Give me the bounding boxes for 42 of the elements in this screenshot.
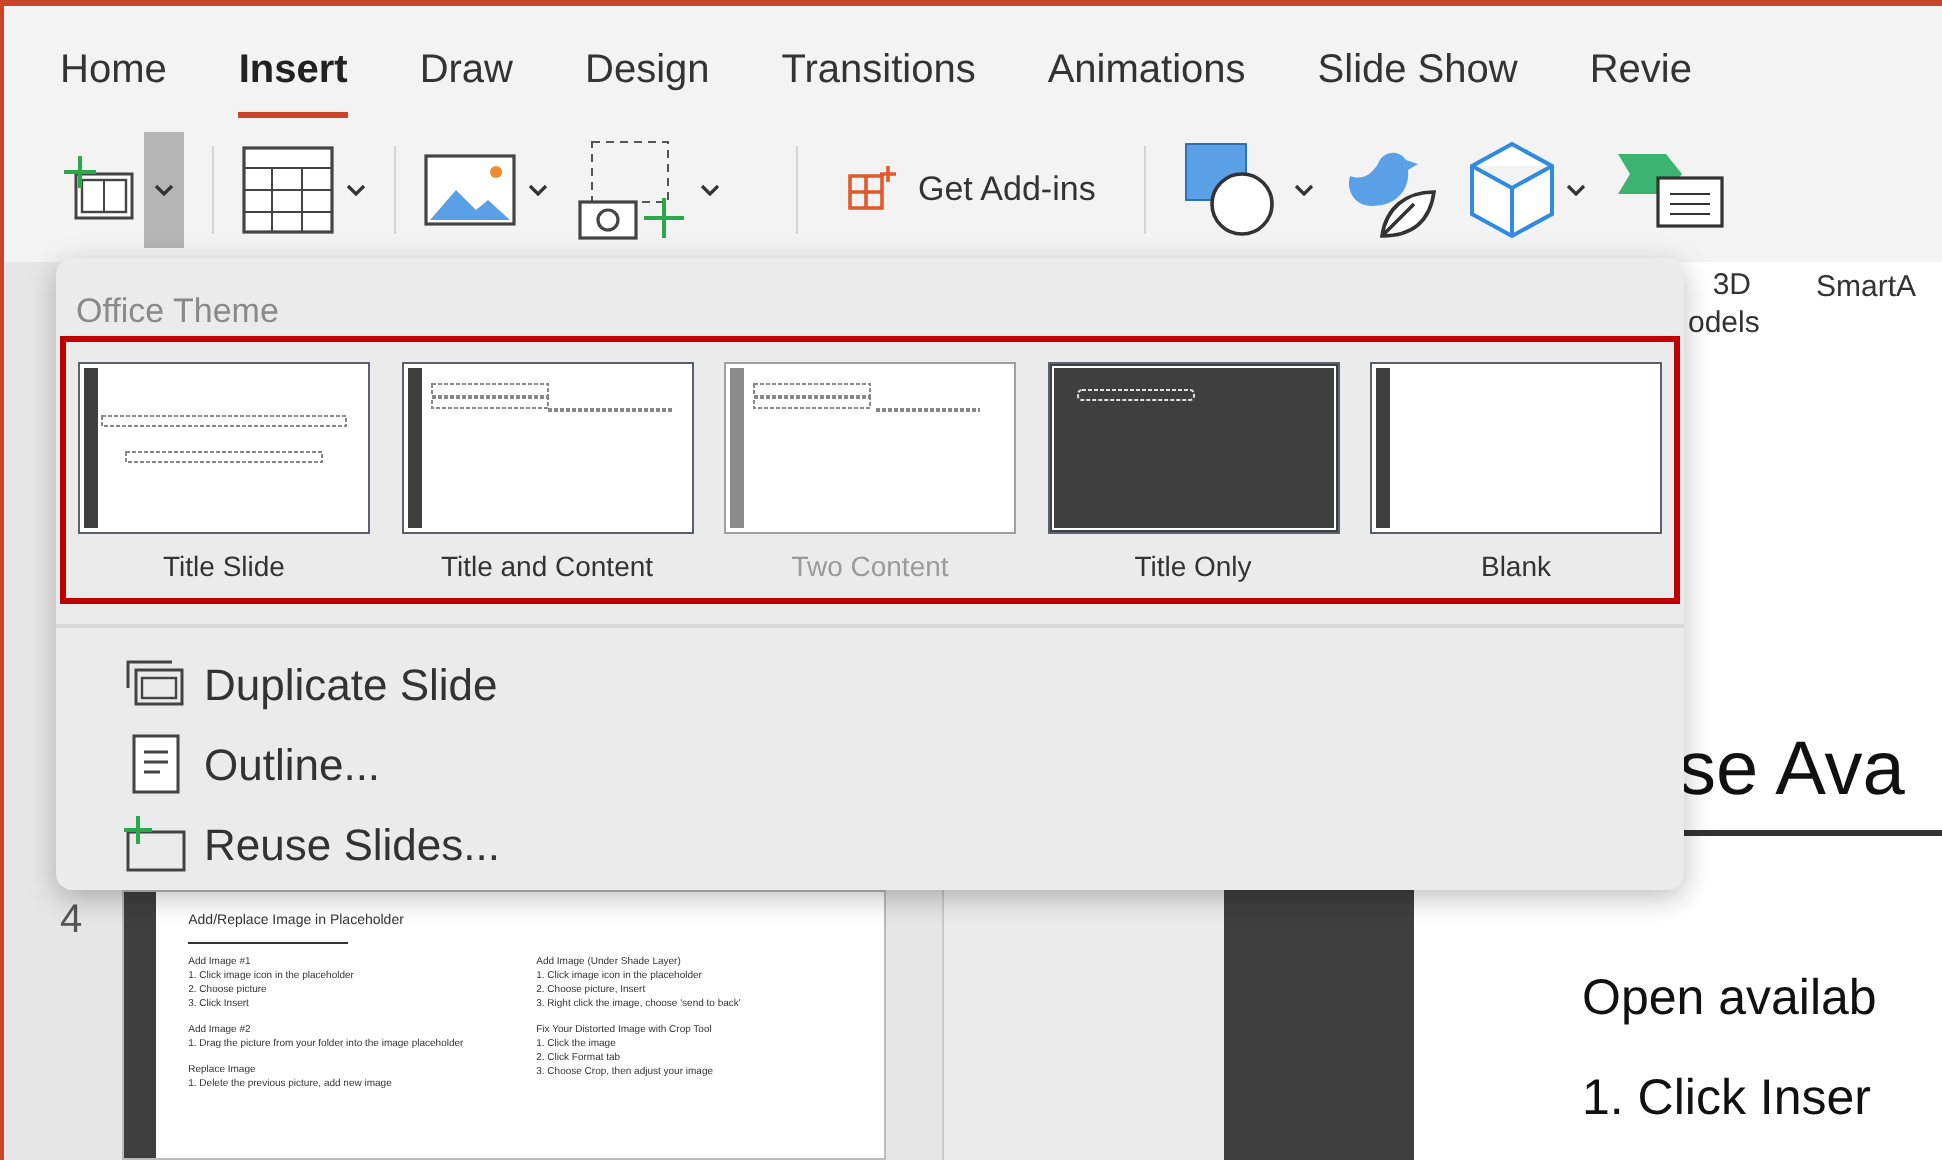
- ribbon-tab[interactable]: Draw: [419, 40, 513, 118]
- menu-item[interactable]: Outline...: [124, 728, 381, 800]
- ribbon-label: odels: [1688, 304, 1760, 342]
- picture-icon[interactable]: [424, 154, 516, 226]
- new-slide-icon[interactable]: [64, 156, 136, 224]
- slide-text: Open availab: [1582, 968, 1877, 1030]
- menu-item[interactable]: Duplicate Slide: [124, 648, 498, 720]
- caret-icon[interactable]: [154, 184, 174, 196]
- section-title: Office Theme: [74, 290, 281, 334]
- caret-icon[interactable]: [346, 184, 366, 196]
- cube-icon[interactable]: [1465, 140, 1558, 240]
- slide-thumbnail[interactable]: [122, 890, 887, 1160]
- dropdown-toggle[interactable]: [144, 132, 184, 248]
- add-ins-icon: [846, 164, 898, 216]
- reuse-slides-icon[interactable]: [124, 816, 188, 872]
- layout-option[interactable]: Title and Content: [401, 362, 693, 588]
- ribbon-tab[interactable]: Revie: [1589, 40, 1692, 118]
- menu-item[interactable]: Reuse Slides...: [124, 808, 500, 880]
- caret-icon[interactable]: [1565, 184, 1586, 196]
- layout-option[interactable]: Title Only: [1047, 362, 1339, 588]
- ribbon-tab[interactable]: Home: [60, 40, 167, 118]
- slide-text: 1. Click Inser: [1582, 1068, 1871, 1130]
- caret-icon[interactable]: [1293, 184, 1314, 196]
- smartart-icon[interactable]: [1613, 150, 1726, 230]
- layout-option[interactable]: Blank: [1370, 362, 1662, 588]
- ribbon-label: 3D: [1710, 266, 1752, 304]
- slide-title: se Ava: [1678, 726, 1905, 816]
- ribbon-tab[interactable]: Design: [585, 40, 710, 118]
- ribbon-tab[interactable]: Insert: [238, 40, 348, 118]
- layout-option[interactable]: Title Slide: [78, 362, 370, 588]
- table-icon[interactable]: [242, 146, 334, 234]
- ribbon-tab[interactable]: Animations: [1047, 40, 1246, 118]
- duplicate-slide-icon[interactable]: [126, 660, 186, 708]
- document-icon[interactable]: [132, 734, 180, 794]
- caret-icon[interactable]: [700, 184, 720, 196]
- caret-icon[interactable]: [528, 184, 548, 196]
- ribbon-tab[interactable]: Slide Show: [1317, 40, 1518, 118]
- slide-number: 4: [60, 896, 83, 946]
- ribbon-label: SmartA: [1816, 268, 1917, 308]
- ribbon-tab[interactable]: Transitions: [781, 40, 976, 118]
- screenshot-icon[interactable]: [576, 138, 688, 242]
- get-add-ins-button[interactable]: Get Add-ins: [846, 164, 1096, 216]
